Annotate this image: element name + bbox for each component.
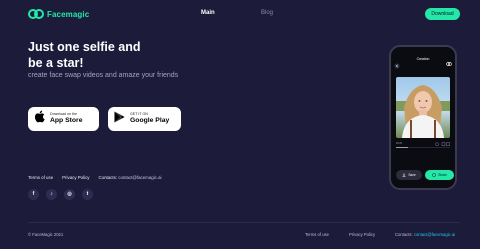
google-play-text: GET IT ON Google Play [130, 113, 169, 124]
download-button[interactable]: Download [425, 8, 460, 20]
nav-item-blog[interactable]: Blog [261, 10, 273, 16]
hero-title-line-2: be a star! [28, 56, 84, 70]
privacy-link[interactable]: Privacy Policy [62, 175, 89, 180]
phone-mockup: Creation 00:05 Save Share [389, 45, 457, 190]
footer-email-link[interactable]: contact@facemagic.ai [414, 232, 455, 237]
video-controls: 00:05 [396, 142, 450, 148]
app-store-text: Download on the App Store [50, 113, 82, 124]
selfie-photo [396, 77, 450, 138]
hero-title: Just one selfie and be a star! [28, 39, 228, 71]
landing-page: Facemagic Main Blog Download Just one se… [0, 0, 480, 249]
google-play-label: Google Play [130, 116, 170, 124]
phone-share-label: Share [438, 173, 447, 177]
phone-save-label: Save [408, 173, 416, 177]
hero-title-line-1: Just one selfie and [28, 40, 141, 54]
copyright: © FaceMagic 2021 [28, 232, 64, 237]
instagram-icon[interactable]: ◎ [64, 189, 75, 200]
footer-divider [28, 222, 460, 223]
contacts-info: Contacts: contact@facemagic.ai [98, 175, 161, 180]
contact-email-link[interactable]: contact@facemagic.ai [118, 175, 161, 180]
phone-header: Creation [391, 54, 455, 69]
info-links: Terms of use Privacy Policy Contacts: co… [28, 175, 162, 180]
share-icon [432, 172, 437, 178]
contacts-label: Contacts: [98, 175, 118, 180]
google-play-button[interactable]: GET IT ON Google Play [108, 107, 181, 131]
footer-contacts: Contacts: contact@facemagic.ai [395, 232, 455, 237]
phone-share-button[interactable]: Share [425, 170, 454, 180]
footer-privacy-link[interactable]: Privacy Policy [349, 232, 375, 237]
google-play-icon [114, 110, 125, 128]
app-store-button[interactable]: Download on the App Store [28, 107, 99, 131]
watermark-icon [446, 54, 452, 66]
facebook-icon[interactable]: f [28, 189, 39, 200]
tiktok-icon[interactable]: ♪ [46, 189, 57, 200]
nav-item-main[interactable]: Main [201, 10, 215, 16]
footer-contacts-label: Contacts: [395, 232, 413, 237]
app-store-label: App Store [50, 116, 83, 124]
phone-save-button[interactable]: Save [396, 170, 422, 180]
footer-terms-link[interactable]: Terms of use [305, 232, 329, 237]
terms-link[interactable]: Terms of use [28, 175, 53, 180]
apple-icon [34, 110, 45, 128]
social-links: f ♪ ◎ t [28, 189, 93, 200]
hero-subtitle: create face swap videos and amaze your f… [28, 72, 179, 79]
main-nav: Main Blog [0, 10, 480, 20]
twitter-icon[interactable]: t [82, 189, 93, 200]
download-icon [402, 172, 406, 178]
